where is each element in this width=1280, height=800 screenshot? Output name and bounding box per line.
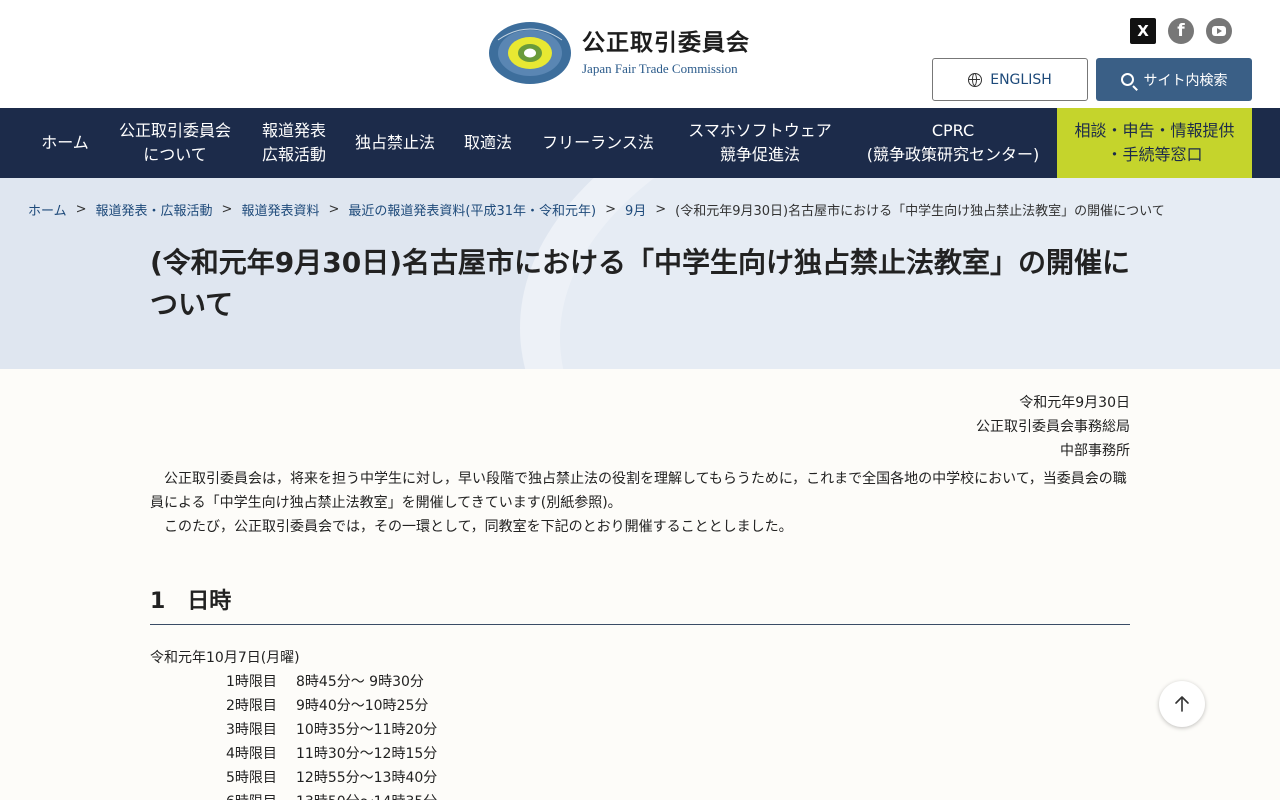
release-org: 公正取引委員会事務総局 xyxy=(976,419,1130,435)
nav-item-subcontract[interactable]: 取適法 xyxy=(452,108,524,178)
breadcrumb: ホーム > 報道発表・広報活動 > 報道発表資料 > 最近の報道発表資料(平成3… xyxy=(28,200,1165,219)
youtube-play-icon xyxy=(1212,26,1226,36)
site-logo[interactable]: 公正取引委員会 Japan Fair Trade Commission xyxy=(488,20,750,86)
release-meta: 令和元年9月30日 公正取引委員会事務総局 中部事務所 xyxy=(976,391,1130,463)
schedule-row: 1時限目 8時45分～ 9時30分 xyxy=(226,670,437,694)
globe-icon xyxy=(968,72,983,87)
period-label: 2時限目 xyxy=(226,698,277,714)
nav-item-antimonopoly[interactable]: 独占禁止法 xyxy=(342,108,448,178)
period-label: 4時限目 xyxy=(226,746,277,762)
arrow-up-icon xyxy=(1175,696,1189,712)
period-time: 8時45分～ 9時30分 xyxy=(296,674,424,690)
schedule-row: 4時限目 11時30分～12時15分 xyxy=(226,742,437,766)
section-divider xyxy=(150,624,1130,625)
period-label: 1時限目 xyxy=(226,674,277,690)
logo-title-ja: 公正取引委員会 xyxy=(582,30,750,56)
period-time: 12時55分～13時40分 xyxy=(296,770,438,786)
breadcrumb-separator: > xyxy=(655,202,667,217)
site-search-button[interactable]: サイト内検索 xyxy=(1096,58,1252,101)
nav-item-freelance[interactable]: フリーランス法 xyxy=(528,108,668,178)
logo-title-en: Japan Fair Trade Commission xyxy=(582,61,738,76)
breadcrumb-separator: > xyxy=(75,202,87,217)
breadcrumb-separator: > xyxy=(328,202,340,217)
page-title: (令和元年9月30日)名古屋市における「中学生向け独占禁止法教室」の開催について xyxy=(150,246,1131,321)
page-hero: ホーム > 報道発表・広報活動 > 報道発表資料 > 最近の報道発表資料(平成3… xyxy=(0,178,1280,369)
schedule-row: 5時限目 12時55分～13時40分 xyxy=(226,766,437,790)
period-label: 5時限目 xyxy=(226,770,277,786)
breadcrumb-link-press[interactable]: 報道発表・広報活動 xyxy=(96,200,213,219)
x-icon-glyph: X xyxy=(1137,22,1149,40)
period-label: 3時限目 xyxy=(226,722,277,738)
breadcrumb-current: (令和元年9月30日)名古屋市における「中学生向け独占禁止法教室」の開催について xyxy=(675,204,1165,219)
breadcrumb-link-september[interactable]: 9月 xyxy=(625,200,646,219)
facebook-icon-glyph: f xyxy=(1177,21,1185,41)
event-date: 令和元年10月7日(月曜) xyxy=(150,650,300,666)
period-schedule: 1時限目 8時45分～ 9時30分 2時限目 9時40分～10時25分 3時限目 10… xyxy=(226,670,437,800)
english-label: ENGLISH xyxy=(990,71,1052,88)
period-time: 10時35分～11時20分 xyxy=(296,722,438,738)
period-label: 6時限目 xyxy=(226,790,296,800)
breadcrumb-link-recent[interactable]: 最近の報道発表資料(平成31年・令和元年) xyxy=(348,200,596,219)
facebook-icon[interactable]: f xyxy=(1168,18,1194,44)
release-office: 中部事務所 xyxy=(1060,443,1130,459)
breadcrumb-separator: > xyxy=(221,202,233,217)
breadcrumb-link-releases[interactable]: 報道発表資料 xyxy=(241,200,319,219)
global-nav: ホーム 公正取引委員会 について 報道発表 広報活動 独占禁止法 取適法 フリー… xyxy=(0,108,1280,178)
intro-paragraph-2: このたび，公正取引委員会では，その一環として，同教室を下記のとおり開催することと… xyxy=(164,519,793,535)
breadcrumb-separator: > xyxy=(605,202,616,217)
search-icon xyxy=(1120,73,1134,86)
period-time: 11時30分～12時15分 xyxy=(296,746,438,762)
section-heading-datetime: 1 日時 xyxy=(150,589,232,614)
intro-paragraph-1: 公正取引委員会は，将来を担う中学生に対し，早い段階で独占禁止法の役割を理解しても… xyxy=(150,471,1127,511)
jftc-emblem-icon xyxy=(489,22,571,84)
nav-item-press[interactable]: 報道発表 広報活動 xyxy=(246,108,342,178)
period-time: 13時50分～14時35分 xyxy=(296,790,437,800)
breadcrumb-link-home[interactable]: ホーム xyxy=(28,200,67,219)
english-button[interactable]: ENGLISH xyxy=(932,58,1088,101)
youtube-icon[interactable] xyxy=(1206,18,1232,44)
site-header: 公正取引委員会 Japan Fair Trade Commission X f … xyxy=(0,0,1280,108)
nav-item-consultation[interactable]: 相談・申告・情報提供 ・手続等窓口 xyxy=(1057,108,1252,178)
intro-text: 公正取引委員会は，将来を担う中学生に対し，早い段階で独占禁止法の役割を理解しても… xyxy=(150,467,1132,539)
nav-item-about[interactable]: 公正取引委員会 について xyxy=(108,108,242,178)
nav-item-cprc[interactable]: CPRC (競争政策研究センター) xyxy=(852,108,1054,178)
release-date: 令和元年9月30日 xyxy=(1019,395,1130,411)
x-icon[interactable]: X xyxy=(1130,18,1156,44)
schedule-row: 6時限目13時50分～14時35分 xyxy=(226,790,437,800)
nav-item-home[interactable]: ホーム xyxy=(22,108,108,178)
schedule-row: 2時限目 9時40分～10時25分 xyxy=(226,694,437,718)
period-time: 9時40分～10時25分 xyxy=(296,698,429,714)
back-to-top-button[interactable] xyxy=(1159,681,1205,727)
schedule-row: 3時限目 10時35分～11時20分 xyxy=(226,718,437,742)
main-content: 令和元年9月30日 公正取引委員会事務総局 中部事務所 公正取引委員会は，将来を… xyxy=(0,369,1280,800)
site-search-label: サイト内検索 xyxy=(1143,72,1228,89)
nav-item-smartphone[interactable]: スマホソフトウェア 競争促進法 xyxy=(672,108,848,178)
